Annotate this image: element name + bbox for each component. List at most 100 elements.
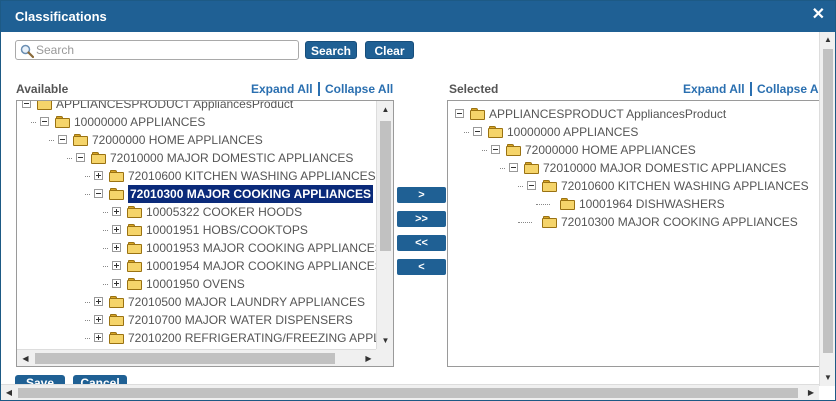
collapse-icon[interactable]: [58, 135, 67, 144]
tree-node-label: 72010000 MAJOR DOMESTIC APPLIANCES: [543, 161, 787, 175]
tree-node[interactable]: 72010300 MAJOR COOKING APPLIANCES: [17, 185, 393, 203]
move-all-right-button[interactable]: >>: [397, 211, 446, 227]
move-right-button[interactable]: >: [397, 187, 446, 203]
tree-node[interactable]: 10001964 DISHWASHERS: [448, 195, 819, 213]
tree-node[interactable]: 10001950 OVENS: [17, 275, 393, 293]
tree-node-label: 10000000 APPLIANCES: [507, 125, 639, 139]
scroll-thumb[interactable]: [35, 353, 335, 364]
tree-connector: [103, 284, 108, 285]
folder-icon: [37, 101, 53, 111]
search-input[interactable]: [36, 42, 294, 58]
collapse-icon[interactable]: [491, 145, 500, 154]
tree-node-label: APPLIANCESPRODUCT AppliancesProduct: [56, 101, 294, 111]
expand-icon[interactable]: [94, 171, 103, 180]
selected-collapse-all-link[interactable]: Collapse All: [757, 82, 819, 96]
expand-icon[interactable]: [112, 243, 121, 252]
magnifier-icon: [20, 44, 34, 58]
tree-node-label: 10001950 OVENS: [146, 277, 245, 291]
expand-icon[interactable]: [112, 261, 121, 270]
tree-connector: [103, 212, 108, 213]
collapse-icon[interactable]: [40, 117, 49, 126]
tree-node[interactable]: 72010500 MAJOR LAUNDRY APPLIANCES: [17, 293, 393, 311]
tree-node-label: 10001964 DISHWASHERS: [579, 197, 725, 211]
scroll-thumb[interactable]: [18, 388, 798, 398]
expand-icon[interactable]: [94, 297, 103, 306]
available-vertical-scrollbar[interactable]: ▲ ▼: [376, 101, 393, 349]
expand-icon[interactable]: [94, 315, 103, 324]
collapse-icon[interactable]: [473, 127, 482, 136]
folder-icon: [127, 242, 143, 255]
tree-node[interactable]: 72010200 REFRIGERATING/FREEZING APPLIANC…: [17, 329, 393, 347]
dialog-titlebar: Classifications ✕: [1, 1, 835, 32]
tree-node[interactable]: 72010300 MAJOR COOKING APPLIANCES: [448, 213, 819, 231]
scroll-left-icon[interactable]: ◀: [17, 350, 34, 366]
expand-icon[interactable]: [112, 207, 121, 216]
folder-icon: [127, 224, 143, 237]
tree-node[interactable]: 10001951 HOBS/COOKTOPS: [17, 221, 393, 239]
tree-node[interactable]: 72000000 HOME APPLIANCES: [448, 141, 819, 159]
tree-node[interactable]: 72000000 HOME APPLIANCES: [17, 131, 393, 149]
tree-node[interactable]: 10000000 APPLIANCES: [448, 123, 819, 141]
folder-icon: [542, 180, 558, 193]
collapse-icon[interactable]: [455, 109, 464, 118]
tree-node[interactable]: 10005322 COOKER HOODS: [17, 203, 393, 221]
tree-connector: [31, 122, 36, 123]
scroll-right-icon[interactable]: ▶: [360, 350, 377, 366]
folder-icon: [55, 116, 71, 129]
tree-node-label: 72010000 MAJOR DOMESTIC APPLIANCES: [110, 151, 354, 165]
selected-expand-all-link[interactable]: Expand All: [683, 82, 745, 96]
scroll-up-icon[interactable]: ▲: [820, 32, 835, 48]
tree-connector: [518, 222, 532, 223]
dialog-vertical-scrollbar[interactable]: ▲ ▼: [819, 32, 835, 386]
tree-node[interactable]: 10001954 MAJOR COOKING APPLIANCES: [17, 257, 393, 275]
available-horizontal-scrollbar[interactable]: ◀ ▶: [17, 349, 377, 366]
scroll-right-icon[interactable]: ▶: [803, 385, 819, 400]
move-left-button[interactable]: <: [397, 259, 446, 275]
collapse-icon[interactable]: [22, 101, 31, 108]
folder-icon: [542, 216, 558, 229]
scroll-up-icon[interactable]: ▲: [377, 101, 393, 118]
dialog-horizontal-scrollbar[interactable]: ◀ ▶: [1, 384, 819, 400]
folder-icon: [109, 296, 125, 309]
collapse-icon[interactable]: [76, 153, 85, 162]
tree-connector: [103, 230, 108, 231]
folder-icon: [91, 152, 107, 165]
selected-tree-panel: APPLIANCESPRODUCT AppliancesProduct 10000…: [447, 100, 819, 367]
tree-node[interactable]: 72010600 KITCHEN WASHING APPLIANCES: [17, 167, 393, 185]
tree-node[interactable]: 72010000 MAJOR DOMESTIC APPLIANCES: [448, 159, 819, 177]
tree-node[interactable]: 72010000 MAJOR DOMESTIC APPLIANCES: [17, 149, 393, 167]
expand-icon[interactable]: [112, 225, 121, 234]
close-icon[interactable]: ✕: [812, 6, 825, 24]
folder-icon: [506, 144, 522, 157]
scroll-down-icon[interactable]: ▼: [820, 370, 835, 386]
tree-node[interactable]: 72010600 KITCHEN WASHING APPLIANCES: [448, 177, 819, 195]
collapse-icon[interactable]: [94, 189, 103, 198]
folder-icon: [488, 126, 504, 139]
tree-node-label: 72010500 MAJOR LAUNDRY APPLIANCES: [128, 295, 366, 309]
collapse-icon[interactable]: [527, 181, 536, 190]
tree-node[interactable]: APPLIANCESPRODUCT AppliancesProduct: [448, 105, 819, 123]
tree-connector: [103, 248, 108, 249]
tree-node[interactable]: 10000000 APPLIANCES: [17, 113, 393, 131]
collapse-icon[interactable]: [509, 163, 518, 172]
search-button[interactable]: Search: [305, 41, 357, 59]
scroll-thumb[interactable]: [823, 49, 833, 353]
available-expand-all-link[interactable]: Expand All: [251, 82, 313, 96]
tree-connector: [49, 140, 54, 141]
clear-button[interactable]: Clear: [365, 41, 414, 59]
folder-icon: [73, 134, 89, 147]
expand-icon[interactable]: [94, 333, 103, 342]
tree-node[interactable]: 10001953 MAJOR COOKING APPLIANCES: [17, 239, 393, 257]
available-collapse-all-link[interactable]: Collapse All: [325, 82, 393, 96]
expand-icon[interactable]: [112, 279, 121, 288]
tree-connector: [518, 186, 523, 187]
scroll-down-icon[interactable]: ▼: [377, 332, 393, 349]
move-all-left-button[interactable]: <<: [397, 235, 446, 251]
scroll-left-icon[interactable]: ◀: [1, 385, 17, 400]
tree-node[interactable]: 72010700 MAJOR WATER DISPENSERS: [17, 311, 393, 329]
scroll-thumb[interactable]: [380, 121, 391, 251]
tree-node[interactable]: APPLIANCESPRODUCT AppliancesProduct: [17, 101, 393, 113]
tree-node-label: 72000000 HOME APPLIANCES: [525, 143, 696, 157]
tree-connector: [536, 204, 550, 205]
folder-icon: [109, 314, 125, 327]
